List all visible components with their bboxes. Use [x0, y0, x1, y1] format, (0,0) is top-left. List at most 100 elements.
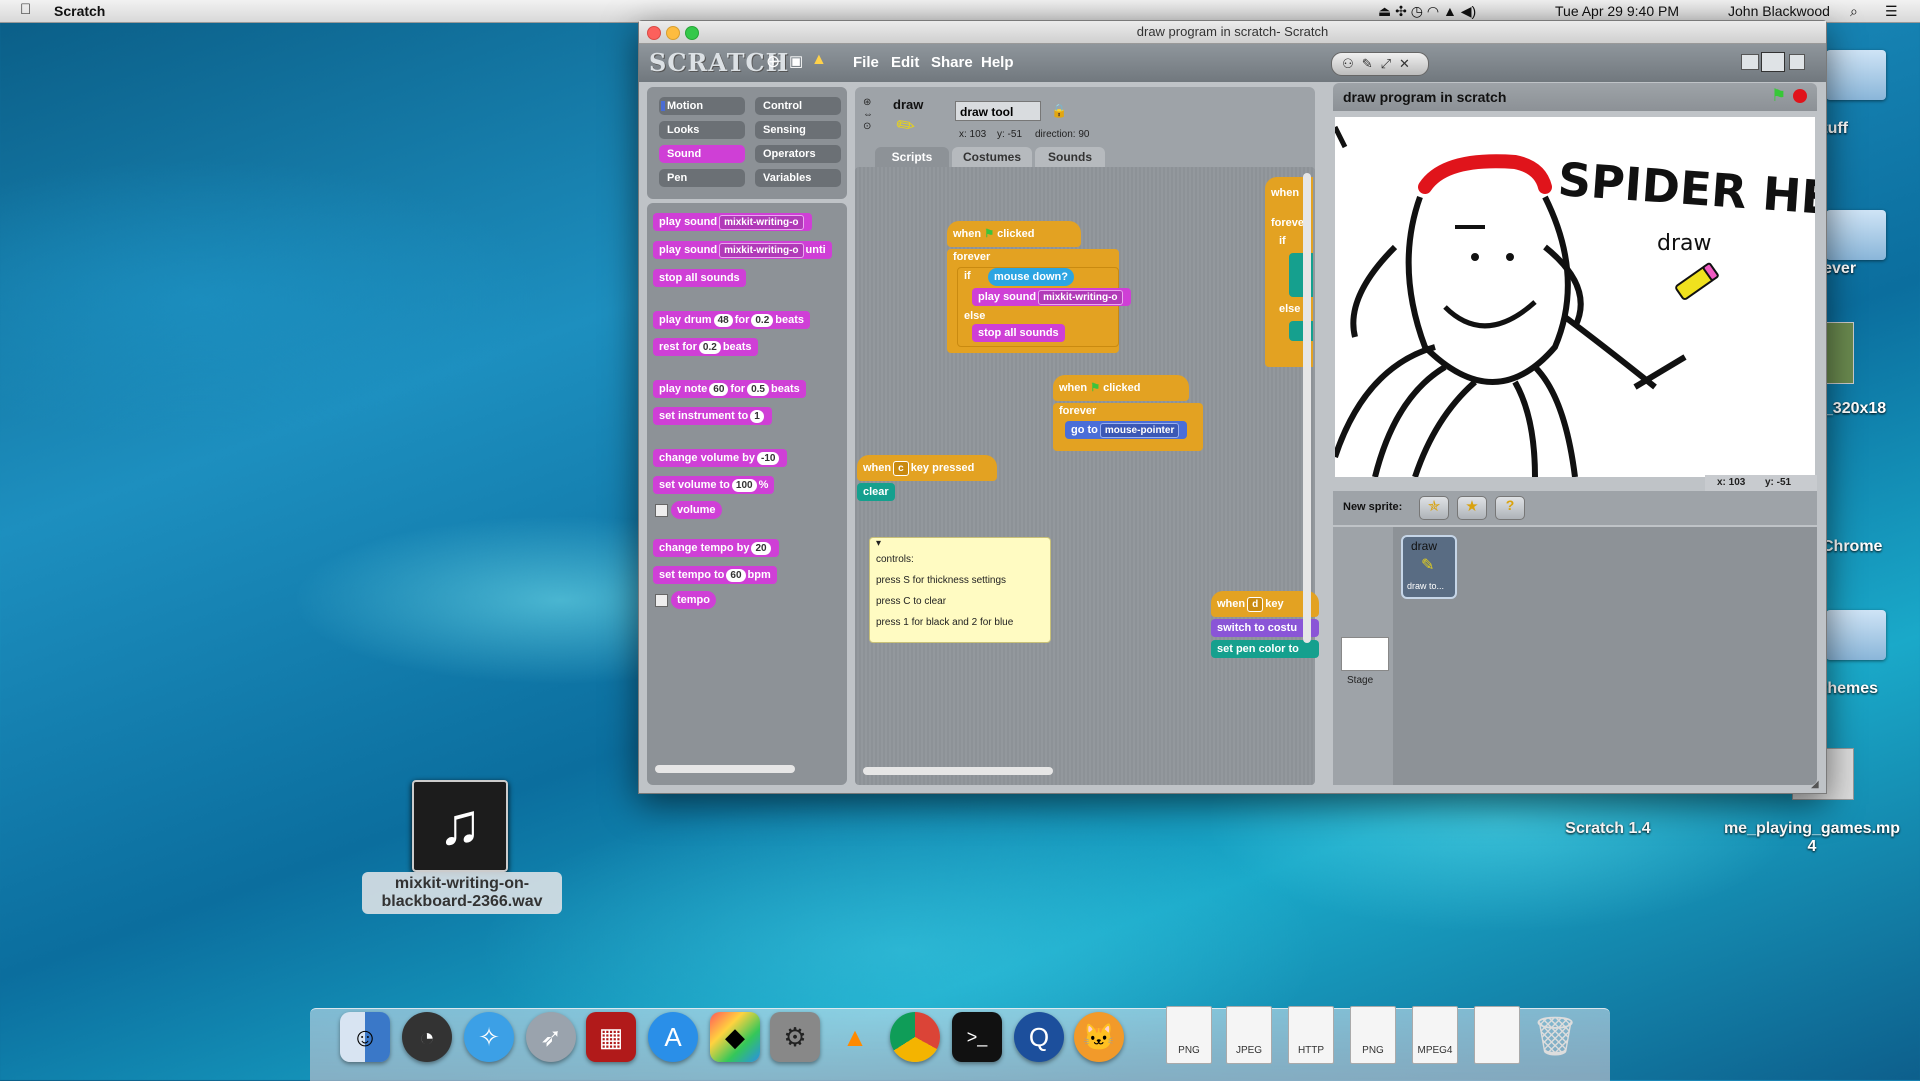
- notification-center-icon[interactable]: ☰: [1885, 3, 1898, 20]
- chrome-icon[interactable]: [890, 1012, 940, 1062]
- block-play-sound[interactable]: play sound mixkit-writing-o: [972, 288, 1131, 306]
- desktop-label[interactable]: Chrome: [1822, 538, 1920, 556]
- stage-tools-group[interactable]: ⚇✎⤢✕: [1331, 52, 1429, 76]
- block-play-sound-until-done[interactable]: play sound mixkit-writing-o unti: [653, 241, 832, 259]
- sprite-thumbnail-draw[interactable]: draw ✎ draw to...: [1401, 535, 1457, 599]
- mpeg4-document-icon[interactable]: MPEG4: [1412, 1006, 1458, 1064]
- category-looks[interactable]: Looks: [659, 121, 745, 139]
- stage-thumbnail[interactable]: [1341, 637, 1389, 671]
- language-globe-icon[interactable]: ⊕: [766, 52, 780, 72]
- tab-costumes[interactable]: Costumes: [952, 147, 1032, 167]
- apple-menu-icon[interactable]: : [20, 1, 31, 18]
- stage-canvas[interactable]: SPIDER HEAD draw: [1335, 117, 1815, 477]
- http-document-icon[interactable]: HTTP: [1288, 1006, 1334, 1064]
- sensing-mouse-down[interactable]: mouse down?: [988, 268, 1074, 286]
- forever-block[interactable]: forever go to mouse-pointer: [1053, 403, 1203, 451]
- category-variables[interactable]: Variables: [755, 169, 841, 187]
- desktop-label[interactable]: themes: [1822, 680, 1920, 698]
- tab-scripts[interactable]: Scripts: [875, 147, 949, 167]
- forever-block[interactable]: forever if mouse down? play sound mixkit-…: [947, 249, 1131, 353]
- system-preferences-icon[interactable]: ⚙: [770, 1012, 820, 1062]
- lock-icon[interactable]: 🔒: [1051, 103, 1067, 119]
- menu-help[interactable]: Help: [981, 54, 1014, 71]
- window-titlebar[interactable]: draw program in scratch- Scratch: [639, 21, 1826, 44]
- block-stop-all-sounds[interactable]: stop all sounds: [972, 324, 1065, 342]
- audio-file-icon[interactable]: ♫: [412, 780, 508, 872]
- block-change-volume[interactable]: change volume by -10: [653, 449, 788, 467]
- status-icons[interactable]: ⏏ ✣ ◷ ◠ ▲ ◀︎): [1378, 3, 1476, 20]
- dashboard-icon[interactable]: ◔: [402, 1012, 452, 1062]
- if-else-block[interactable]: if mouse down? play sound mixkit-writing-…: [957, 267, 1131, 347]
- hat-when-flag-clicked[interactable]: when ⚑ clicked: [1053, 375, 1189, 401]
- block-stop-all-sounds[interactable]: stop all sounds: [653, 269, 746, 287]
- vlc-icon[interactable]: ▲: [830, 1012, 880, 1062]
- app-menu-name[interactable]: Scratch: [54, 3, 105, 19]
- png-document-icon[interactable]: PNG: [1350, 1006, 1396, 1064]
- menu-share[interactable]: Share: [931, 54, 973, 71]
- category-sound[interactable]: Sound: [659, 145, 745, 163]
- audio-file-label[interactable]: mixkit-writing-on-blackboard-2366.wav: [362, 872, 562, 914]
- photo-booth-icon[interactable]: ▦: [586, 1012, 636, 1062]
- category-sensing[interactable]: Sensing: [755, 121, 841, 139]
- normal-stage-icon[interactable]: [1761, 52, 1785, 72]
- block-set-volume[interactable]: set volume to 100%: [653, 476, 775, 494]
- folder-icon[interactable]: [1826, 610, 1886, 660]
- tempo-checkbox[interactable]: [655, 594, 668, 607]
- presentation-mode-icon[interactable]: [1789, 54, 1805, 70]
- user-name[interactable]: John Blackwood: [1728, 3, 1830, 19]
- script-comment[interactable]: ▾ controls: press S for thickness settin…: [869, 537, 1051, 643]
- desktop-label[interactable]: me_playing_games.mp 4: [1712, 820, 1912, 856]
- safari-icon[interactable]: ✧: [464, 1012, 514, 1062]
- stop-button[interactable]: [1793, 89, 1807, 103]
- quicktime-icon[interactable]: Q: [1014, 1012, 1064, 1062]
- hat-when-key-pressed[interactable]: when c key pressed: [857, 455, 997, 481]
- category-motion[interactable]: Motion: [659, 97, 745, 115]
- comment-toggle-icon[interactable]: ▾: [876, 538, 1044, 550]
- color-app-icon[interactable]: ◆: [710, 1012, 760, 1062]
- png-document-icon[interactable]: PNG: [1166, 1006, 1212, 1064]
- scripts-horizontal-scrollbar[interactable]: [863, 767, 1053, 775]
- block-play-sound[interactable]: play sound mixkit-writing-o: [653, 213, 812, 231]
- scripts-area[interactable]: when ⚑ clicked forever if mouse down? pl…: [855, 167, 1319, 785]
- category-control[interactable]: Control: [755, 97, 841, 115]
- block-play-drum[interactable]: play drum 48 for 0.2 beats: [653, 311, 811, 329]
- block-play-note[interactable]: play note 60 for 0.5 beats: [653, 380, 806, 398]
- block-set-tempo[interactable]: set tempo to 60 bpm: [653, 566, 777, 584]
- resize-grip[interactable]: ◢: [1811, 779, 1823, 791]
- block-set-instrument[interactable]: set instrument to 1: [653, 407, 772, 425]
- category-operators[interactable]: Operators: [755, 145, 841, 163]
- category-pen[interactable]: Pen: [659, 169, 745, 187]
- desktop-label[interactable]: Scratch 1.4: [1548, 820, 1668, 838]
- scripts-vertical-scrollbar[interactable]: [1303, 173, 1311, 643]
- reporter-volume[interactable]: volume: [671, 501, 722, 519]
- block-clear[interactable]: clear: [857, 483, 895, 501]
- random-sprite-button[interactable]: ?: [1495, 496, 1525, 520]
- trash-icon[interactable]: 🗑: [1530, 1012, 1580, 1062]
- clock[interactable]: Tue Apr 29 9:40 PM: [1555, 3, 1679, 19]
- small-stage-icon[interactable]: [1741, 54, 1759, 70]
- app-store-icon[interactable]: A: [648, 1012, 698, 1062]
- block-go-to[interactable]: go to mouse-pointer: [1065, 421, 1188, 439]
- folder-icon[interactable]: [1826, 50, 1886, 100]
- choose-sprite-button[interactable]: ★: [1457, 496, 1487, 520]
- video-thumbnail-icon[interactable]: [1826, 322, 1854, 384]
- hat-when-flag-clicked[interactable]: when ⚑ clicked: [947, 221, 1081, 247]
- terminal-icon[interactable]: >_: [952, 1012, 1002, 1062]
- close-button[interactable]: [647, 26, 661, 40]
- menu-file[interactable]: File: [853, 54, 879, 71]
- launchpad-icon[interactable]: ➶: [526, 1012, 576, 1062]
- folder-icon[interactable]: [1826, 210, 1886, 260]
- sprite-name-field[interactable]: draw tool: [955, 101, 1041, 121]
- jpeg-document-icon[interactable]: JPEG: [1226, 1006, 1272, 1064]
- green-flag-button[interactable]: ⚑: [1771, 86, 1786, 106]
- block-set-pen-color[interactable]: set pen color to: [1211, 640, 1319, 658]
- palette-scrollbar[interactable]: [655, 765, 795, 773]
- finder-icon[interactable]: ☺: [340, 1012, 390, 1062]
- paint-new-sprite-button[interactable]: ✯: [1419, 496, 1449, 520]
- rotation-style-icons[interactable]: ⊛ ⇔ ⊙: [863, 97, 873, 133]
- reporter-tempo[interactable]: tempo: [671, 591, 716, 609]
- save-icon[interactable]: ▣: [789, 52, 803, 70]
- zoom-button[interactable]: [685, 26, 699, 40]
- share-icon[interactable]: ▲: [811, 51, 827, 69]
- block-change-tempo[interactable]: change tempo by 20: [653, 539, 779, 557]
